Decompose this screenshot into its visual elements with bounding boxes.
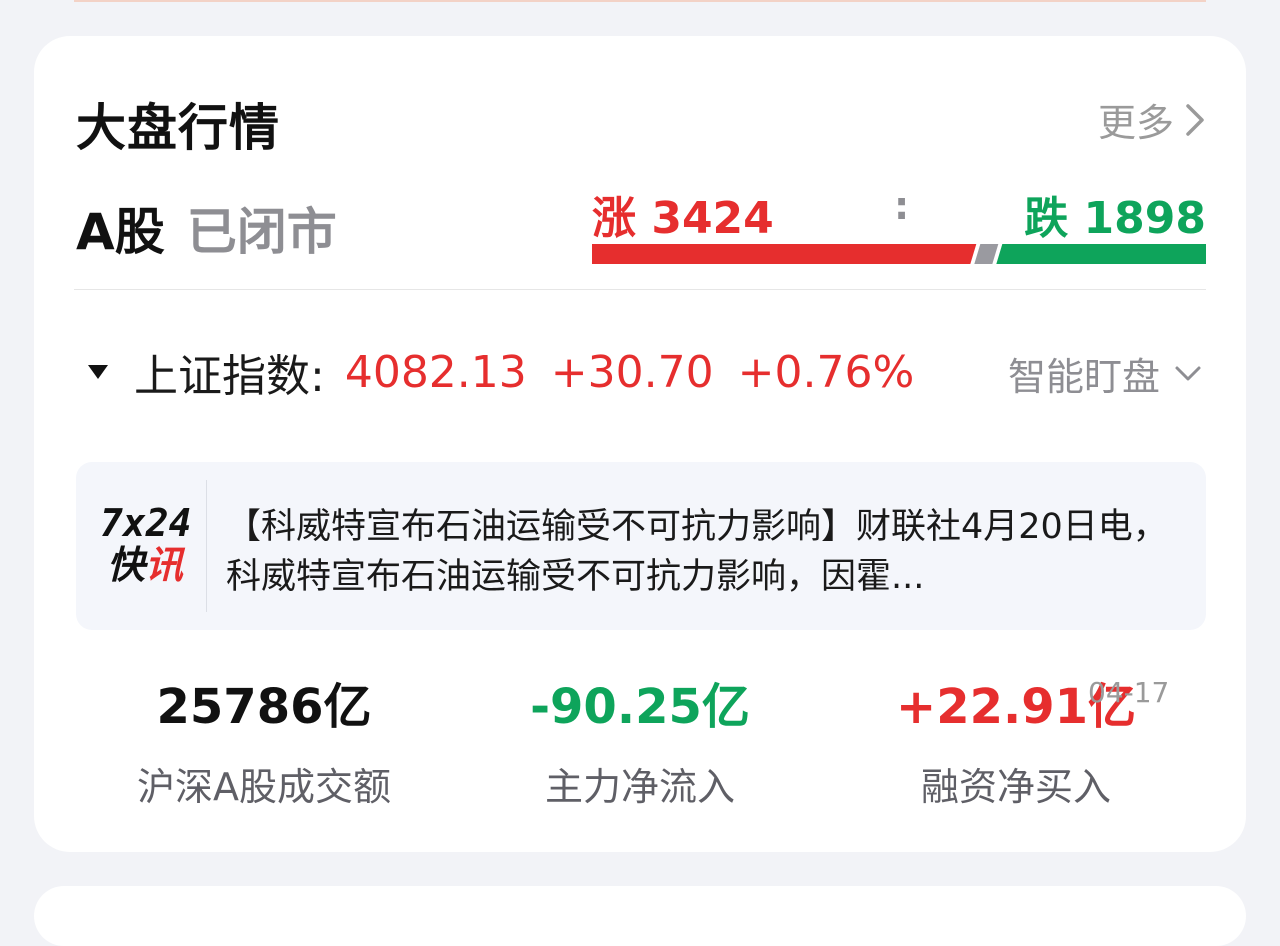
index-value: 4082.13 — [344, 346, 527, 398]
next-card — [34, 886, 1246, 946]
news-flash-logo: 7x24 快讯 — [100, 501, 192, 586]
fall-bar-segment — [996, 244, 1206, 264]
news-logo-char1: 快 — [106, 543, 145, 587]
stat-value: 25786亿 — [156, 679, 372, 735]
chevron-down-icon — [1175, 366, 1201, 380]
fall-count-text: 跌 1898 — [1024, 182, 1206, 246]
news-flash-banner[interactable]: 7x24 快讯 【科威特宣布石油运输受不可抗力影响】财联社4月20日电，科威特宣… — [76, 462, 1206, 630]
news-logo-line1: 7x24 — [100, 501, 192, 545]
stats-date: 04-17 — [1088, 676, 1170, 709]
stat-label: 沪深A股成交额 — [137, 765, 391, 809]
market-status: 已闭市 — [186, 203, 337, 261]
market-name: A股 — [76, 203, 165, 261]
stat-turnover[interactable]: 25786亿 沪深A股成交额 — [74, 672, 454, 811]
news-flash-text: 【科威特宣布石油运输受不可抗力影响】财联社4月20日电，科威特宣布石油运输受不可… — [226, 507, 1168, 597]
chevron-right-icon — [1186, 103, 1204, 136]
smart-watch-label: 智能盯盘 — [1007, 355, 1160, 399]
triangle-down-icon — [88, 365, 108, 379]
divider — [74, 289, 1206, 290]
index-change: +30.70 — [550, 346, 714, 398]
more-link[interactable]: 更多 — [1098, 92, 1206, 147]
section-title: 大盘行情 — [76, 99, 280, 157]
previous-card-edge — [74, 0, 1206, 2]
news-divider — [206, 480, 207, 612]
stat-label: 融资净买入 — [920, 765, 1111, 809]
more-label: 更多 — [1097, 101, 1174, 145]
stat-label: 主力净流入 — [544, 765, 735, 809]
stat-value: -90.25亿 — [530, 679, 750, 735]
rise-count-text: 涨 3424 — [592, 182, 774, 246]
market-overview-card: 大盘行情 更多 A股 已闭市 涨 3424 : 跌 1898 上证指数: 408… — [34, 36, 1246, 852]
rise-fall-bar — [592, 244, 1206, 264]
index-quote-row[interactable]: 上证指数: 4082.13 +30.70 +0.76% — [86, 340, 914, 404]
market-status-row: A股 已闭市 — [76, 192, 337, 264]
index-name: 上证指数: — [134, 351, 325, 402]
smart-watch-dropdown[interactable]: 智能盯盘 — [1008, 346, 1202, 401]
fall-label: 跌 — [1024, 193, 1069, 244]
ratio-separator: : — [894, 184, 910, 228]
stat-main-net-inflow[interactable]: -90.25亿 主力净流入 — [450, 672, 830, 811]
news-logo-line2: 快讯 — [100, 544, 190, 586]
news-logo-char2: 讯 — [145, 543, 184, 587]
rise-label: 涨 — [592, 193, 636, 244]
market-stats: 25786亿 沪深A股成交额 -90.25亿 主力净流入 +22.91亿 融资净… — [34, 672, 1246, 832]
flat-bar-segment — [974, 244, 999, 264]
fall-count: 1898 — [1083, 193, 1206, 244]
index-change-percent: +0.76% — [737, 346, 915, 398]
rise-count: 3424 — [651, 193, 774, 244]
rise-fall-ratio[interactable]: 涨 3424 : 跌 1898 — [592, 182, 1206, 266]
rise-bar-segment — [592, 244, 977, 264]
